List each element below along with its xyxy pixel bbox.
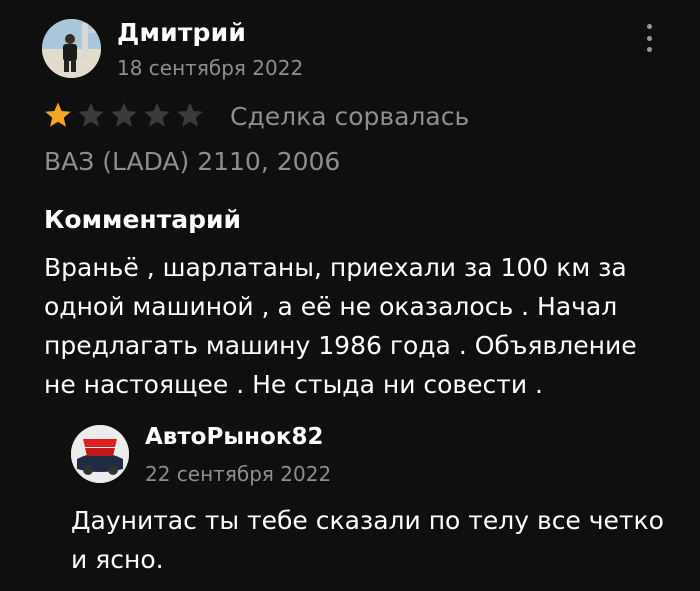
comment-text: Враньё , шарлатаны, приехали за 100 км з… bbox=[44, 253, 637, 399]
star-icon bbox=[111, 102, 137, 127]
star-icon bbox=[45, 102, 71, 127]
seller-logo bbox=[71, 425, 129, 483]
reply-text: Даунитас ты тебе сказали по телу все чет… bbox=[71, 506, 664, 574]
star-rating bbox=[44, 101, 209, 129]
author-photo bbox=[42, 19, 101, 78]
star-icon bbox=[144, 102, 170, 127]
review-card: Дмитрий 18 сентября 2022 Сделка сорвалас… bbox=[0, 0, 700, 591]
reply-author-name[interactable]: АвтоРынок82 bbox=[145, 424, 323, 450]
deal-status: Сделка сорвалась bbox=[230, 102, 470, 131]
star-icon bbox=[78, 102, 104, 127]
author-name[interactable]: Дмитрий bbox=[117, 18, 246, 47]
comment-heading: Комментарий bbox=[44, 205, 241, 234]
review-date: 18 сентября 2022 bbox=[117, 56, 304, 80]
author-avatar[interactable] bbox=[42, 19, 101, 78]
reply-avatar[interactable] bbox=[71, 425, 129, 483]
star-icon bbox=[177, 102, 203, 127]
more-vertical-icon[interactable] bbox=[640, 24, 658, 52]
reply-date: 22 сентября 2022 bbox=[145, 462, 332, 486]
car-model: ВАЗ (LADA) 2110, 2006 bbox=[44, 147, 341, 176]
